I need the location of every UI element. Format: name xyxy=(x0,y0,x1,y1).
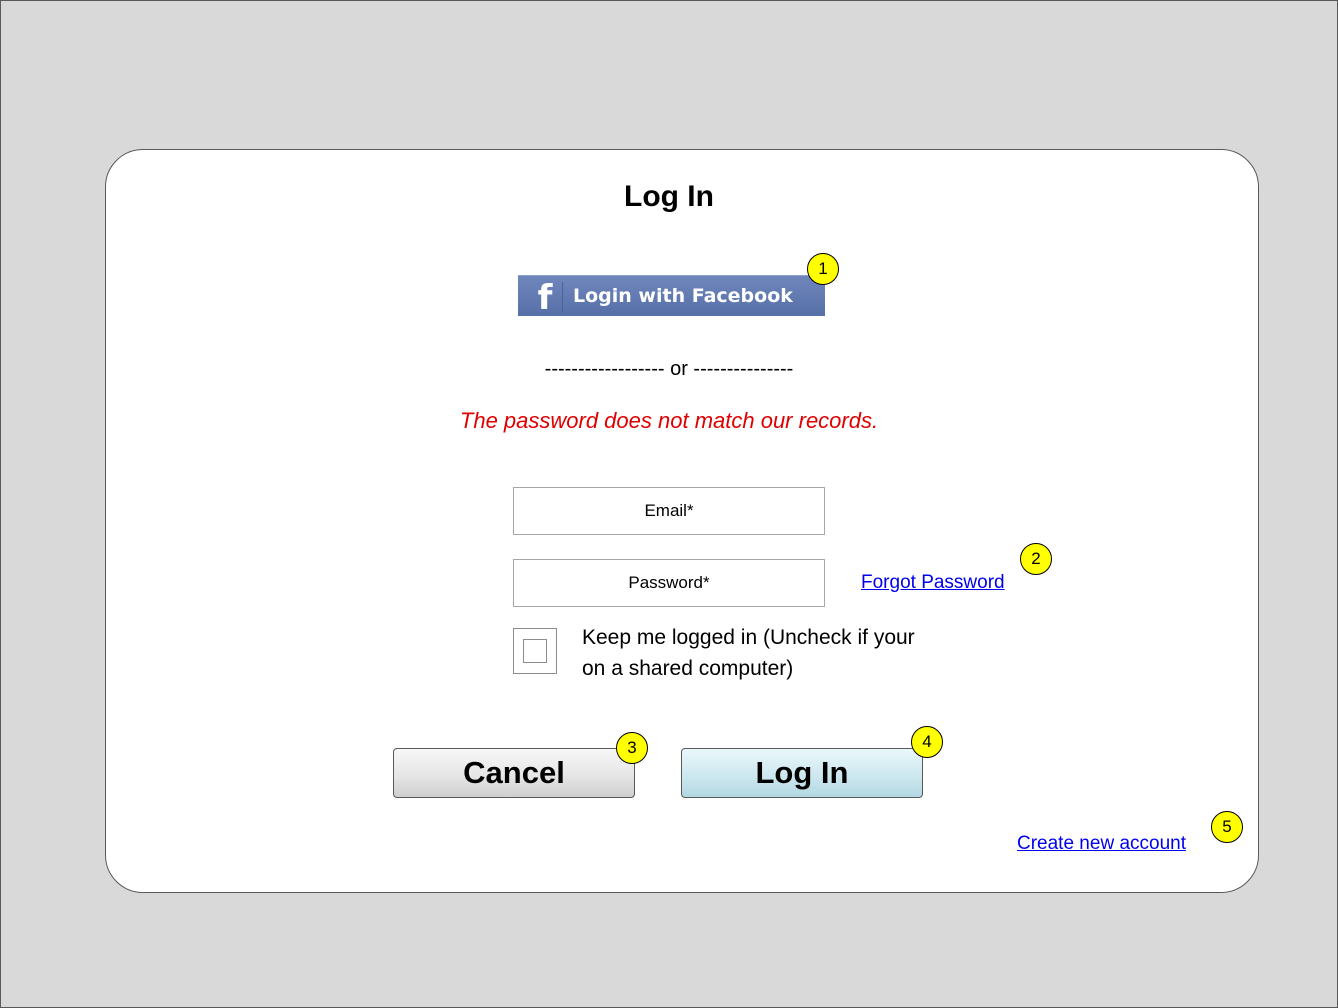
cancel-button[interactable]: Cancel xyxy=(393,748,635,798)
facebook-login-label: Login with Facebook xyxy=(573,285,793,307)
create-account-link[interactable]: Create new account xyxy=(1017,833,1186,855)
error-message: The password does not match our records. xyxy=(459,408,879,433)
facebook-f-icon: f xyxy=(537,278,553,316)
keep-logged-in-checkbox[interactable] xyxy=(513,628,557,674)
annotation-marker-3: 3 xyxy=(616,732,648,764)
password-field[interactable] xyxy=(513,559,825,607)
annotation-marker-5: 5 xyxy=(1211,811,1243,843)
login-button[interactable]: Log In xyxy=(681,748,923,798)
annotation-marker-4: 4 xyxy=(911,726,943,758)
or-divider: ------------------ or --------------- xyxy=(544,358,794,380)
dialog-title: Log In xyxy=(624,180,714,213)
facebook-button-divider xyxy=(562,282,563,312)
annotation-marker-2: 2 xyxy=(1020,543,1052,575)
keep-logged-in-label: Keep me logged in (Uncheck if your on a … xyxy=(582,626,915,680)
forgot-password-link[interactable]: Forgot Password xyxy=(861,572,1005,594)
checkbox-box xyxy=(523,639,547,663)
facebook-login-button[interactable]: f Login with Facebook xyxy=(518,275,825,316)
email-field[interactable] xyxy=(513,487,825,535)
annotation-marker-1: 1 xyxy=(807,253,839,285)
